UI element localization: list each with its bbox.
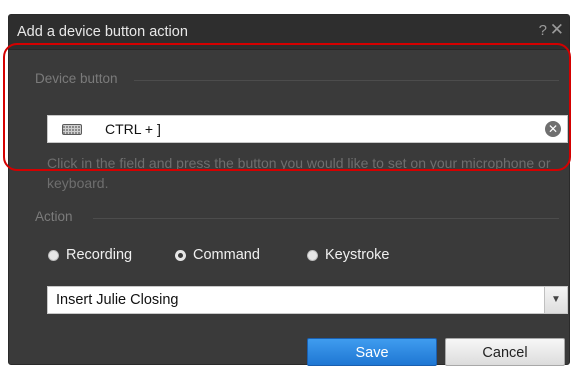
annotation-highlight-box [3,43,571,171]
close-icon[interactable]: ✕ [550,20,564,40]
cancel-button[interactable]: Cancel [445,338,565,366]
save-button[interactable]: Save [307,338,437,366]
radio-label: Keystroke [325,247,390,263]
radio-label: Recording [66,247,133,263]
section-divider [93,218,559,219]
radio-label: Command [193,247,260,263]
action-command-dropdown[interactable]: Insert Julie Closing ▼ [47,286,568,314]
help-icon[interactable]: ? [539,22,547,39]
radio-selected-icon [175,249,186,261]
radio-dot-icon [48,249,59,261]
chevron-down-icon[interactable]: ▼ [544,287,567,313]
action-section-label: Action [35,209,73,224]
radio-dot-icon [307,249,318,261]
radio-keystroke[interactable]: Keystroke [307,247,389,263]
radio-command[interactable]: Command [175,247,260,263]
radio-recording[interactable]: Recording [48,247,132,263]
dialog-title: Add a device button action [17,24,188,40]
dropdown-selected-value: Insert Julie Closing [56,292,179,308]
